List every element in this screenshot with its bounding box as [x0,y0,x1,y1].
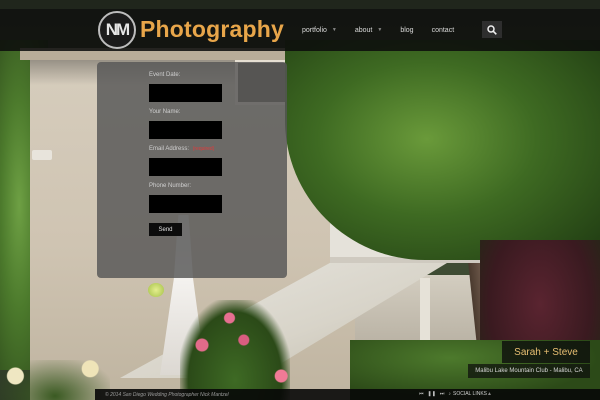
phone-label: Phone Number: [149,183,191,189]
field-label-text: Email Address: [149,146,190,152]
nav-label: portfolio [302,26,327,34]
background-photo [0,0,600,400]
social-links-button[interactable]: SOCIAL LINKS [453,391,487,397]
field-label-text: Event Date: [149,72,181,78]
nav-label: contact [431,26,455,34]
top-strip [0,0,600,9]
field-label-text: Phone Number: [149,183,192,189]
slideshow-controls: ⏮ ❚❚ ⏭ ♪ [419,391,451,398]
nav-label: about [354,26,373,34]
name-label: Your Name: [149,109,180,115]
chevron-up-icon[interactable]: ▲ [487,391,492,397]
send-button[interactable]: Send [149,223,182,236]
pause-icon[interactable]: ❚❚ [428,391,436,398]
nav-label: blog [400,26,414,34]
nav-item-contact[interactable]: contact [432,27,455,34]
foreground-flowers [0,360,110,400]
next-icon[interactable]: ⏭ [440,391,445,398]
caption-subtitle: Malibu Lake Mountain Club - Malibu, CA [475,368,583,374]
volume-icon[interactable]: ♪ [448,391,451,398]
caption-title-box: Sarah + Steve [502,341,590,363]
email-field[interactable] [149,158,222,176]
event-date-label: Event Date: [149,72,180,78]
required-marker: (required) [192,146,215,152]
search-button[interactable] [482,21,502,38]
nav-item-portfolio[interactable]: portfolio ▼ [302,27,337,34]
rose-bush [180,300,290,400]
site-header [0,9,600,51]
bouquet [148,283,164,297]
caption-subtitle-box: Malibu Lake Mountain Club - Malibu, CA [468,364,590,378]
chevron-down-icon: ▼ [377,27,383,33]
logo-monogram[interactable]: NM [98,11,136,49]
caption-title: Sarah + Steve [514,346,578,358]
site-footer: © 2014 San Diego Wedding Photographer Ni… [95,389,600,400]
contact-form: Event Date: Your Name: Email Address: (r… [97,62,287,278]
field-label-text: Your Name: [149,109,181,115]
wall-lamp [32,150,52,160]
search-icon [487,24,497,35]
prev-icon[interactable]: ⏮ [419,391,424,398]
chevron-down-icon: ▼ [331,27,337,33]
logo-text[interactable]: Photography [140,16,284,43]
event-date-field[interactable] [149,84,222,102]
name-field[interactable] [149,121,222,139]
nav-item-blog[interactable]: blog [400,27,413,34]
phone-field[interactable] [149,195,222,213]
copyright-text: © 2014 San Diego Wedding Photographer Ni… [105,391,229,398]
main-nav: portfolio ▼ about ▼ blog contact [302,22,472,38]
email-label: Email Address: (required) [149,146,214,152]
nav-item-about[interactable]: about ▼ [355,27,382,34]
